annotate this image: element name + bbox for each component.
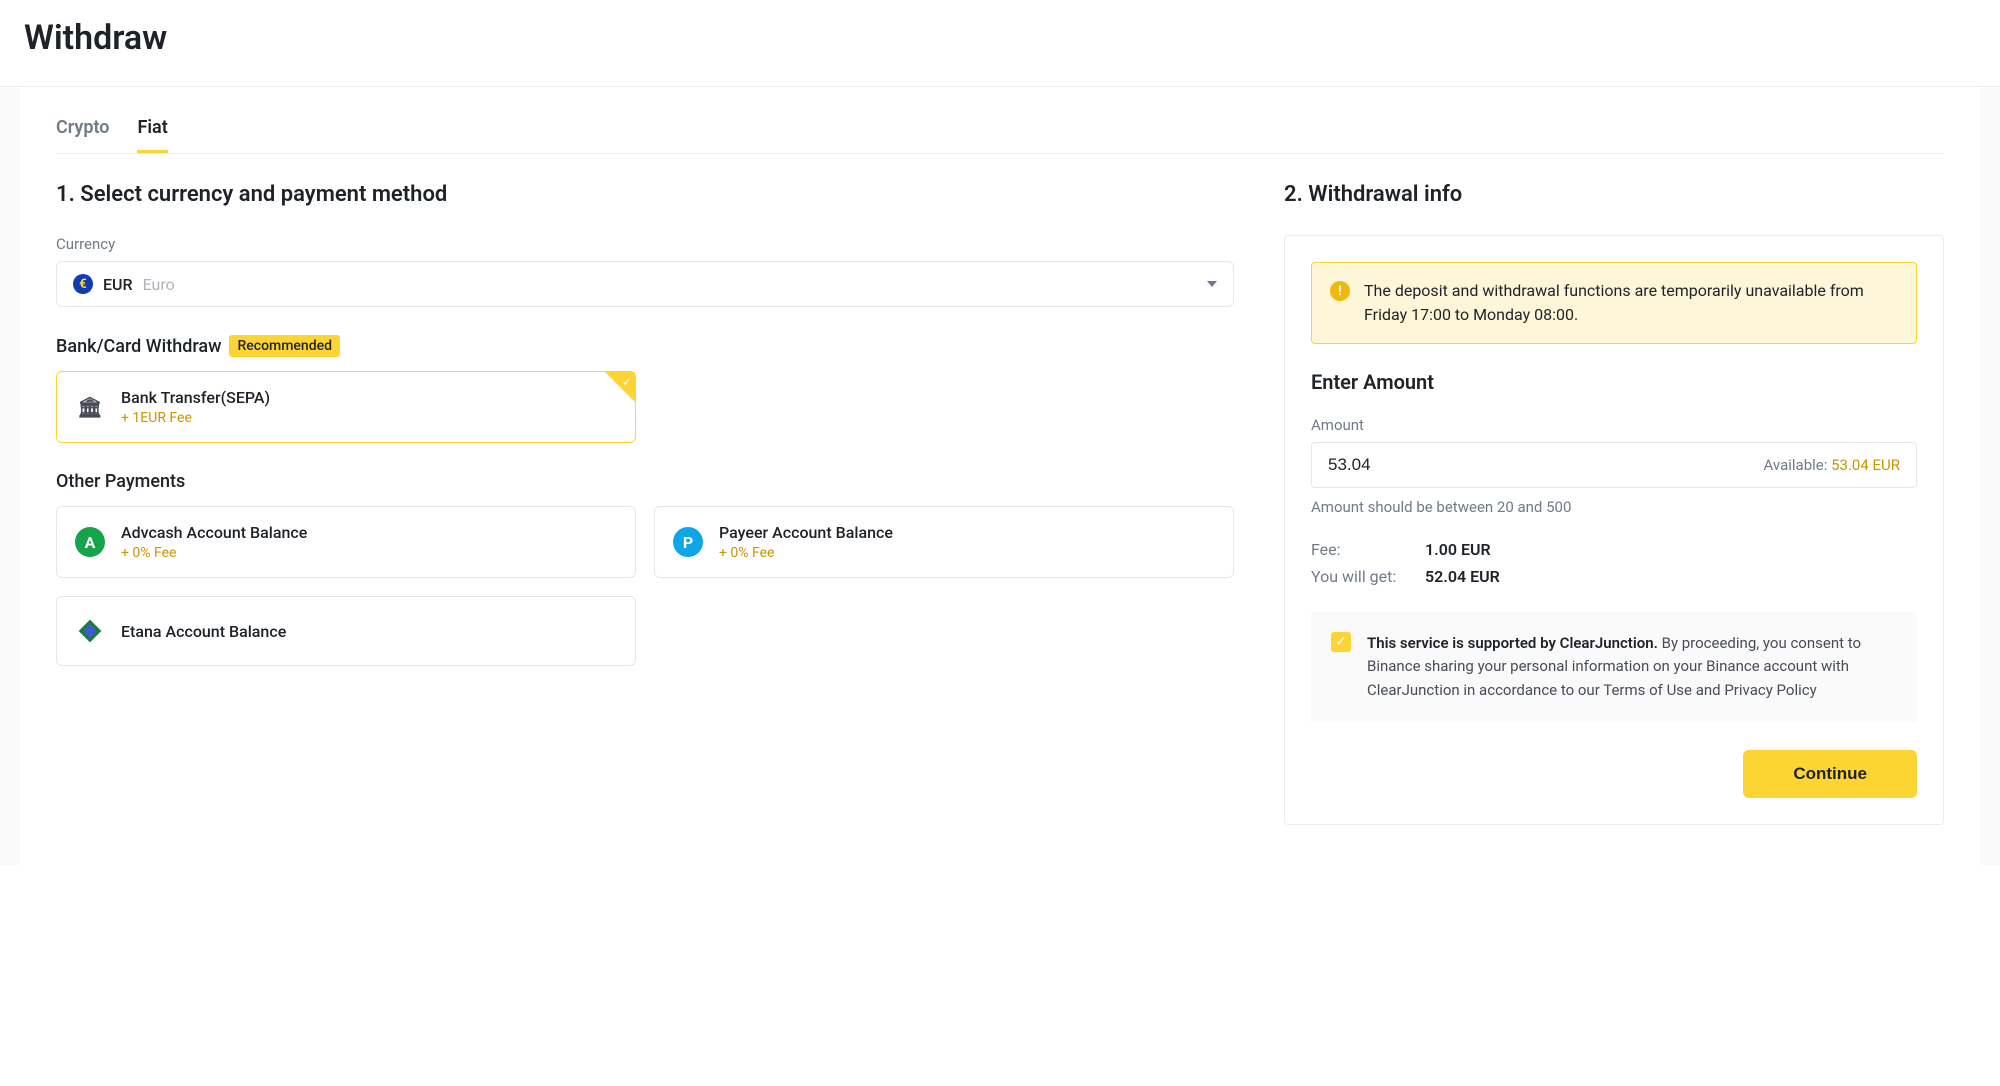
- amount-label: Amount: [1311, 416, 1917, 434]
- other-payments-label: Other Payments: [56, 471, 1234, 492]
- fee-value: 1.00 EUR: [1425, 540, 1491, 559]
- available-balance: Available: 53.04 EUR: [1764, 456, 1900, 474]
- tabs: Crypto Fiat: [56, 117, 1944, 154]
- payment-name: Etana Account Balance: [121, 622, 286, 641]
- available-value: 53.04 EUR: [1831, 456, 1900, 474]
- payment-option-payeer[interactable]: P Payeer Account Balance + 0% Fee: [654, 506, 1234, 578]
- amount-input[interactable]: [1328, 455, 1764, 475]
- etana-icon: [75, 616, 105, 646]
- payment-name: Advcash Account Balance: [121, 523, 307, 542]
- available-label: Available:: [1764, 456, 1832, 474]
- payment-fee: + 1EUR Fee: [121, 410, 270, 426]
- tab-fiat[interactable]: Fiat: [137, 117, 167, 153]
- alert-text: The deposit and withdrawal functions are…: [1364, 279, 1898, 327]
- continue-button[interactable]: Continue: [1743, 750, 1917, 798]
- recommended-badge: Recommended: [229, 335, 340, 357]
- payment-fee: + 0% Fee: [719, 545, 893, 561]
- you-will-get-value: 52.04 EUR: [1425, 567, 1500, 586]
- unavailable-alert: ! The deposit and withdrawal functions a…: [1311, 262, 1917, 344]
- payeer-icon: P: [673, 527, 703, 557]
- euro-icon: €: [73, 274, 93, 294]
- payment-name: Bank Transfer(SEPA): [121, 388, 270, 407]
- check-icon: ✓: [622, 375, 632, 389]
- bank-card-section-label: Bank/Card Withdraw Recommended: [56, 335, 1234, 357]
- fee-label: Fee:: [1311, 540, 1411, 559]
- bank-icon: 🏛: [75, 392, 105, 422]
- consent-bold: This service is supported by ClearJuncti…: [1367, 634, 1658, 652]
- warning-icon: !: [1330, 281, 1350, 301]
- select-currency-title: 1. Select currency and payment method: [56, 182, 1234, 207]
- page-title: Withdraw: [24, 18, 1976, 58]
- payment-option-sepa[interactable]: ✓ 🏛 Bank Transfer(SEPA) + 1EUR Fee: [56, 371, 636, 443]
- chevron-down-icon: [1207, 281, 1217, 287]
- currency-code: EUR: [103, 275, 133, 294]
- bank-card-section-text: Bank/Card Withdraw: [56, 336, 221, 357]
- payment-fee: + 0% Fee: [121, 545, 307, 561]
- consent-text: This service is supported by ClearJuncti…: [1367, 632, 1897, 702]
- withdrawal-info-title: 2. Withdrawal info: [1284, 182, 1944, 207]
- payment-option-etana[interactable]: Etana Account Balance: [56, 596, 636, 666]
- you-will-get-label: You will get:: [1311, 567, 1411, 586]
- consent-checkbox[interactable]: ✓: [1331, 632, 1351, 652]
- amount-hint: Amount should be between 20 and 500: [1311, 498, 1917, 516]
- enter-amount-title: Enter Amount: [1311, 370, 1917, 394]
- payment-name: Payeer Account Balance: [719, 523, 893, 542]
- advcash-icon: A: [75, 527, 105, 557]
- tab-crypto[interactable]: Crypto: [56, 117, 109, 153]
- currency-label: Currency: [56, 235, 1234, 253]
- currency-select[interactable]: € EUR Euro: [56, 261, 1234, 307]
- payment-option-advcash[interactable]: A Advcash Account Balance + 0% Fee: [56, 506, 636, 578]
- currency-name: Euro: [143, 275, 175, 294]
